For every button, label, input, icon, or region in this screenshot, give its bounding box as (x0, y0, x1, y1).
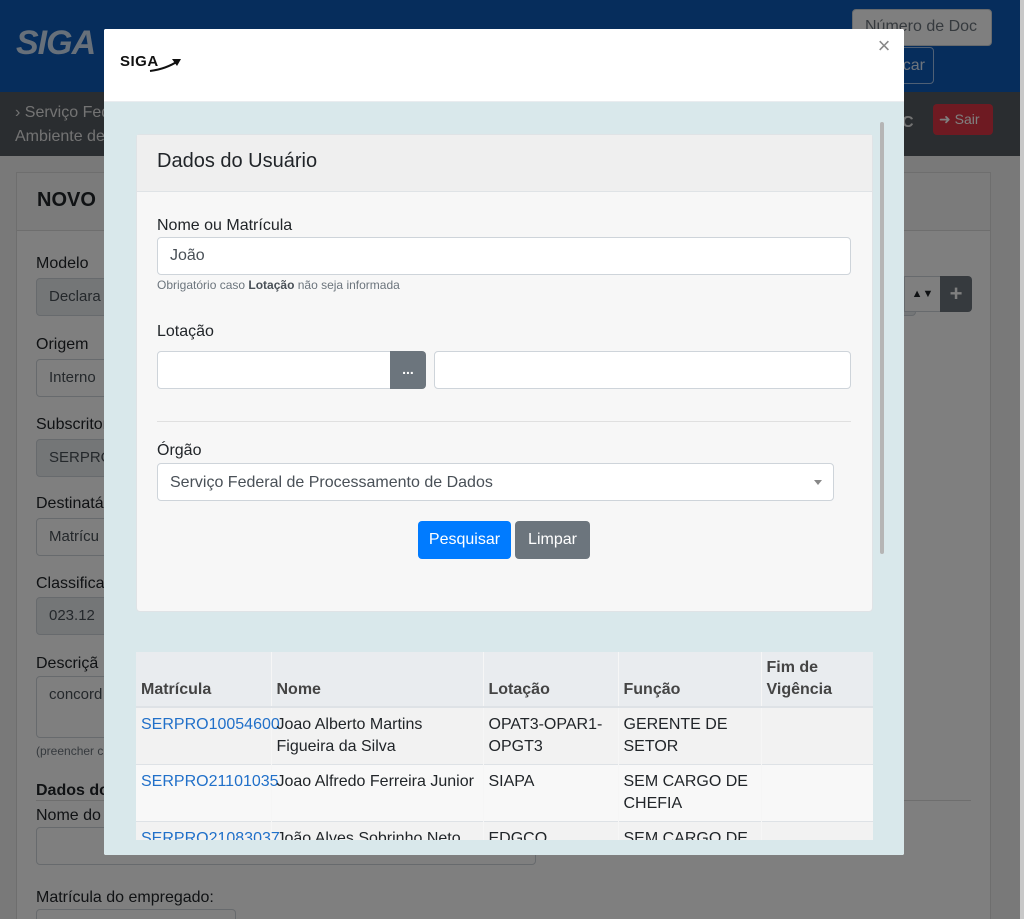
siga-logo: SIGA (120, 51, 190, 75)
divider (157, 421, 851, 422)
user-search-modal: SIGA × Dados do Usuário Nome ou Matrícul… (104, 29, 904, 855)
matricula-cell: SERPRO21083037 (136, 821, 280, 840)
table-row: SERPRO21101035 Joao Alfredo Ferreira Jun… (136, 764, 873, 822)
user-data-card: Dados do Usuário Nome ou Matrícula Obrig… (136, 134, 873, 612)
table-row: SERPRO10054600 Joao Alberto Martins Figu… (136, 706, 873, 765)
logo-swoosh-icon (149, 59, 181, 72)
fim-vigencia-cell (761, 706, 873, 765)
modal-header: SIGA × (104, 29, 904, 102)
lotacao-label: Lotação (157, 323, 214, 340)
nome-cell: Joao Alfredo Ferreira Junior (271, 764, 484, 822)
card-header: Dados do Usuário (137, 135, 872, 192)
table-row: SERPRO21083037 João Alves Sobrinho Neto … (136, 821, 873, 840)
fim-vigencia-cell (761, 764, 873, 822)
chevron-down-icon (814, 480, 822, 485)
nome-matricula-input[interactable] (157, 237, 851, 275)
nome-cell: Joao Alberto Martins Figueira da Silva (271, 706, 484, 765)
page-scrollbar[interactable] (1020, 0, 1024, 919)
funcao-cell: SEM CARGO DE CHEFIA (618, 821, 762, 840)
nome-cell: João Alves Sobrinho Neto (271, 821, 484, 840)
lotacao-code-input[interactable] (157, 351, 391, 389)
column-header-nome[interactable]: Nome (271, 652, 484, 708)
matricula-link[interactable]: SERPRO21101035 (141, 773, 279, 790)
modal-body: Dados do Usuário Nome ou Matrícula Obrig… (104, 102, 904, 855)
matricula-cell: SERPRO21101035 (136, 764, 279, 822)
column-header-matricula[interactable]: Matrícula (136, 652, 272, 708)
results-table-container: Matrícula Nome Lotação Função Fim de Vig… (136, 652, 873, 840)
column-header-lotacao[interactable]: Lotação (483, 652, 619, 708)
results-table: Matrícula Nome Lotação Função Fim de Vig… (136, 652, 873, 840)
column-header-fim-vigencia[interactable]: Fim de Vigência (761, 652, 873, 708)
column-header-funcao[interactable]: Função (618, 652, 762, 708)
matricula-cell: SERPRO10054600 (136, 706, 280, 765)
funcao-cell: SEM CARGO DE CHEFIA (618, 764, 762, 822)
funcao-cell: GERENTE DE SETOR (618, 706, 762, 765)
clear-button[interactable]: Limpar (515, 521, 590, 559)
search-button[interactable]: Pesquisar (418, 521, 511, 559)
matricula-link[interactable]: SERPRO21083037 (141, 830, 280, 840)
modal-scrollbar[interactable] (880, 122, 884, 554)
orgao-label: Órgão (157, 442, 202, 459)
table-header-row: Matrícula Nome Lotação Função Fim de Vig… (136, 652, 873, 708)
close-icon[interactable]: × (876, 35, 892, 57)
lotacao-lookup-button[interactable]: ... (390, 351, 426, 389)
matricula-link[interactable]: SERPRO10054600 (141, 716, 280, 733)
lotacao-cell: OPAT3-OPAR1-OPGT3 (483, 706, 619, 765)
lotacao-cell: SIAPA (483, 764, 619, 822)
lotacao-description-input[interactable] (434, 351, 851, 389)
lotacao-cell: EDGCO (483, 821, 619, 840)
nome-matricula-label: Nome ou Matrícula (157, 217, 293, 234)
orgao-select[interactable]: Serviço Federal de Processamento de Dado… (157, 463, 834, 501)
card-title: Dados do Usuário (157, 150, 318, 172)
nome-help-text: Obrigatório caso Lotação não seja inform… (157, 278, 400, 292)
fim-vigencia-cell (761, 821, 873, 840)
